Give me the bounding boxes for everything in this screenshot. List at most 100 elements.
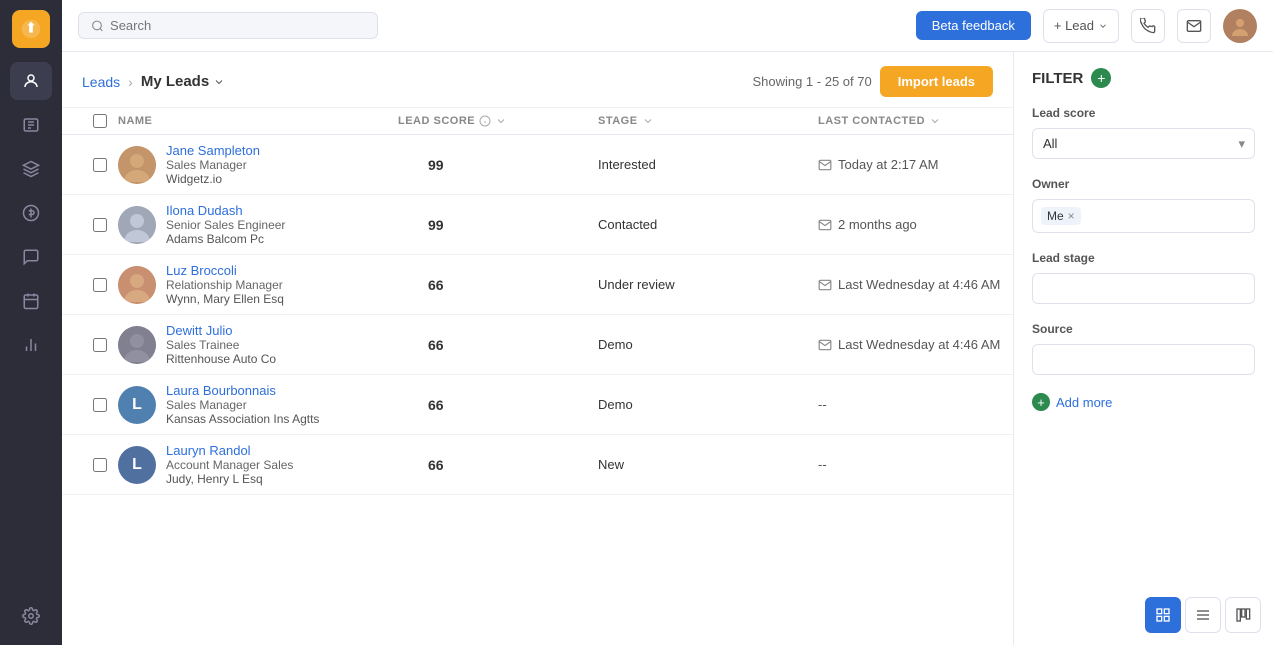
table-row[interactable]: L Laura Bourbonnais Sales Manager Kansas… — [62, 375, 1013, 435]
lead-name[interactable]: Ilona Dudash — [166, 203, 285, 218]
topbar: Beta feedback + Lead — [62, 0, 1273, 52]
lead-stage: Contacted — [598, 217, 818, 232]
filter-lead-stage-label: Lead stage — [1032, 251, 1255, 265]
filter-owner-tags[interactable]: Me × — [1032, 199, 1255, 233]
email-icon[interactable] — [1177, 9, 1211, 43]
lead-company: Adams Balcom Pc — [166, 232, 285, 246]
select-all-checkbox[interactable] — [82, 114, 118, 128]
search-icon — [91, 19, 104, 33]
col-header-stage[interactable]: STAGE — [598, 115, 818, 127]
dropdown-icon — [1098, 21, 1108, 31]
beta-feedback-button[interactable]: Beta feedback — [916, 11, 1031, 40]
filter-lead-score-select[interactable]: All — [1032, 128, 1255, 159]
lead-name[interactable]: Lauryn Randol — [166, 443, 293, 458]
search-input[interactable] — [110, 18, 365, 33]
last-contacted: -- — [818, 397, 1013, 412]
contacted-sort-icon — [929, 115, 941, 127]
filter-lead-stage-input[interactable] — [1032, 273, 1255, 304]
row-select-input[interactable] — [93, 338, 107, 352]
lead-role: Sales Trainee — [166, 338, 276, 352]
row-select-input[interactable] — [93, 278, 107, 292]
last-contacted: Last Wednesday at 4:46 AM — [818, 277, 1013, 292]
lead-info: L Laura Bourbonnais Sales Manager Kansas… — [118, 383, 398, 426]
col-header-contacted[interactable]: LAST CONTACTED — [818, 115, 1013, 127]
phone-icon[interactable] — [1131, 9, 1165, 43]
add-lead-button[interactable]: + Lead — [1043, 9, 1119, 43]
add-more-filter-button[interactable]: + Add more — [1032, 393, 1255, 411]
sidebar-item-calendar[interactable] — [10, 282, 52, 320]
lead-info: Luz Broccoli Relationship Manager Wynn, … — [118, 263, 398, 306]
lead-score: 99 — [398, 157, 598, 173]
sidebar-item-leads[interactable] — [10, 62, 52, 100]
row-select-input[interactable] — [93, 218, 107, 232]
lead-name[interactable]: Dewitt Julio — [166, 323, 276, 338]
row-select-input[interactable] — [93, 458, 107, 472]
bottom-toolbar — [1145, 597, 1261, 633]
last-contacted: Today at 2:17 AM — [818, 157, 1013, 172]
sidebar-item-deals[interactable] — [10, 150, 52, 188]
grid-view-button[interactable] — [1145, 597, 1181, 633]
row-checkbox[interactable] — [82, 338, 118, 352]
lead-role: Sales Manager — [166, 158, 260, 172]
lead-name[interactable]: Laura Bourbonnais — [166, 383, 319, 398]
add-more-icon: + — [1032, 393, 1050, 411]
table-area: Leads › My Leads Showing 1 - 25 of 70 Im… — [62, 52, 1013, 645]
lead-details: Dewitt Julio Sales Trainee Rittenhouse A… — [166, 323, 276, 366]
table-row[interactable]: Dewitt Julio Sales Trainee Rittenhouse A… — [62, 315, 1013, 375]
filter-lead-score-section: Lead score All — [1032, 106, 1255, 159]
row-checkbox[interactable] — [82, 278, 118, 292]
table-row[interactable]: L Lauryn Randol Account Manager Sales Ju… — [62, 435, 1013, 495]
lead-name[interactable]: Luz Broccoli — [166, 263, 284, 278]
lead-details: Luz Broccoli Relationship Manager Wynn, … — [166, 263, 284, 306]
table-row[interactable]: Luz Broccoli Relationship Manager Wynn, … — [62, 255, 1013, 315]
filter-source-label: Source — [1032, 322, 1255, 336]
lead-stage: Interested — [598, 157, 818, 172]
sidebar-item-contacts[interactable] — [10, 106, 52, 144]
table-row[interactable]: Jane Sampleton Sales Manager Widgetz.io … — [62, 135, 1013, 195]
user-avatar[interactable] — [1223, 9, 1257, 43]
lead-stage: New — [598, 457, 818, 472]
row-checkbox[interactable] — [82, 218, 118, 232]
lead-role: Relationship Manager — [166, 278, 284, 292]
import-leads-button[interactable]: Import leads — [880, 66, 993, 97]
avatar — [118, 266, 156, 304]
lead-info: Jane Sampleton Sales Manager Widgetz.io — [118, 143, 398, 186]
lead-stage: Under review — [598, 277, 818, 292]
lead-role: Account Manager Sales — [166, 458, 293, 472]
breadcrumb-leads-link[interactable]: Leads — [82, 74, 120, 90]
sidebar-item-chat[interactable] — [10, 238, 52, 276]
stage-sort-icon — [642, 115, 654, 127]
lead-stage: Demo — [598, 337, 818, 352]
filter-add-icon[interactable]: + — [1091, 68, 1111, 88]
app-logo[interactable] — [12, 10, 50, 48]
last-contacted: -- — [818, 457, 1013, 472]
filter-owner-section: Owner Me × — [1032, 177, 1255, 233]
lead-score: 66 — [398, 337, 598, 353]
select-all-input[interactable] — [93, 114, 107, 128]
filter-header: FILTER + — [1032, 68, 1255, 88]
row-select-input[interactable] — [93, 398, 107, 412]
sidebar-item-revenue[interactable] — [10, 194, 52, 232]
lead-company: Widgetz.io — [166, 172, 260, 186]
avatar — [118, 326, 156, 364]
row-checkbox[interactable] — [82, 458, 118, 472]
row-select-input[interactable] — [93, 158, 107, 172]
owner-tag-remove[interactable]: × — [1068, 209, 1075, 223]
lead-company: Kansas Association Ins Agtts — [166, 412, 319, 426]
table-body: Jane Sampleton Sales Manager Widgetz.io … — [62, 135, 1013, 645]
breadcrumb-current[interactable]: My Leads — [141, 73, 225, 90]
kanban-view-button[interactable] — [1225, 597, 1261, 633]
row-checkbox[interactable] — [82, 398, 118, 412]
lead-name[interactable]: Jane Sampleton — [166, 143, 260, 158]
table-header: NAME LEAD SCORE STAGE LAST CONTACTED — [62, 108, 1013, 135]
col-header-score[interactable]: LEAD SCORE — [398, 115, 598, 127]
table-row[interactable]: Ilona Dudash Senior Sales Engineer Adams… — [62, 195, 1013, 255]
sidebar-item-settings[interactable] — [10, 597, 52, 635]
sidebar-item-reports[interactable] — [10, 326, 52, 364]
sort-view-button[interactable] — [1185, 597, 1221, 633]
showing-count: Showing 1 - 25 of 70 — [752, 74, 871, 89]
search-box[interactable] — [78, 12, 378, 39]
filter-lead-score-wrapper[interactable]: All — [1032, 128, 1255, 159]
row-checkbox[interactable] — [82, 158, 118, 172]
filter-source-input[interactable] — [1032, 344, 1255, 375]
